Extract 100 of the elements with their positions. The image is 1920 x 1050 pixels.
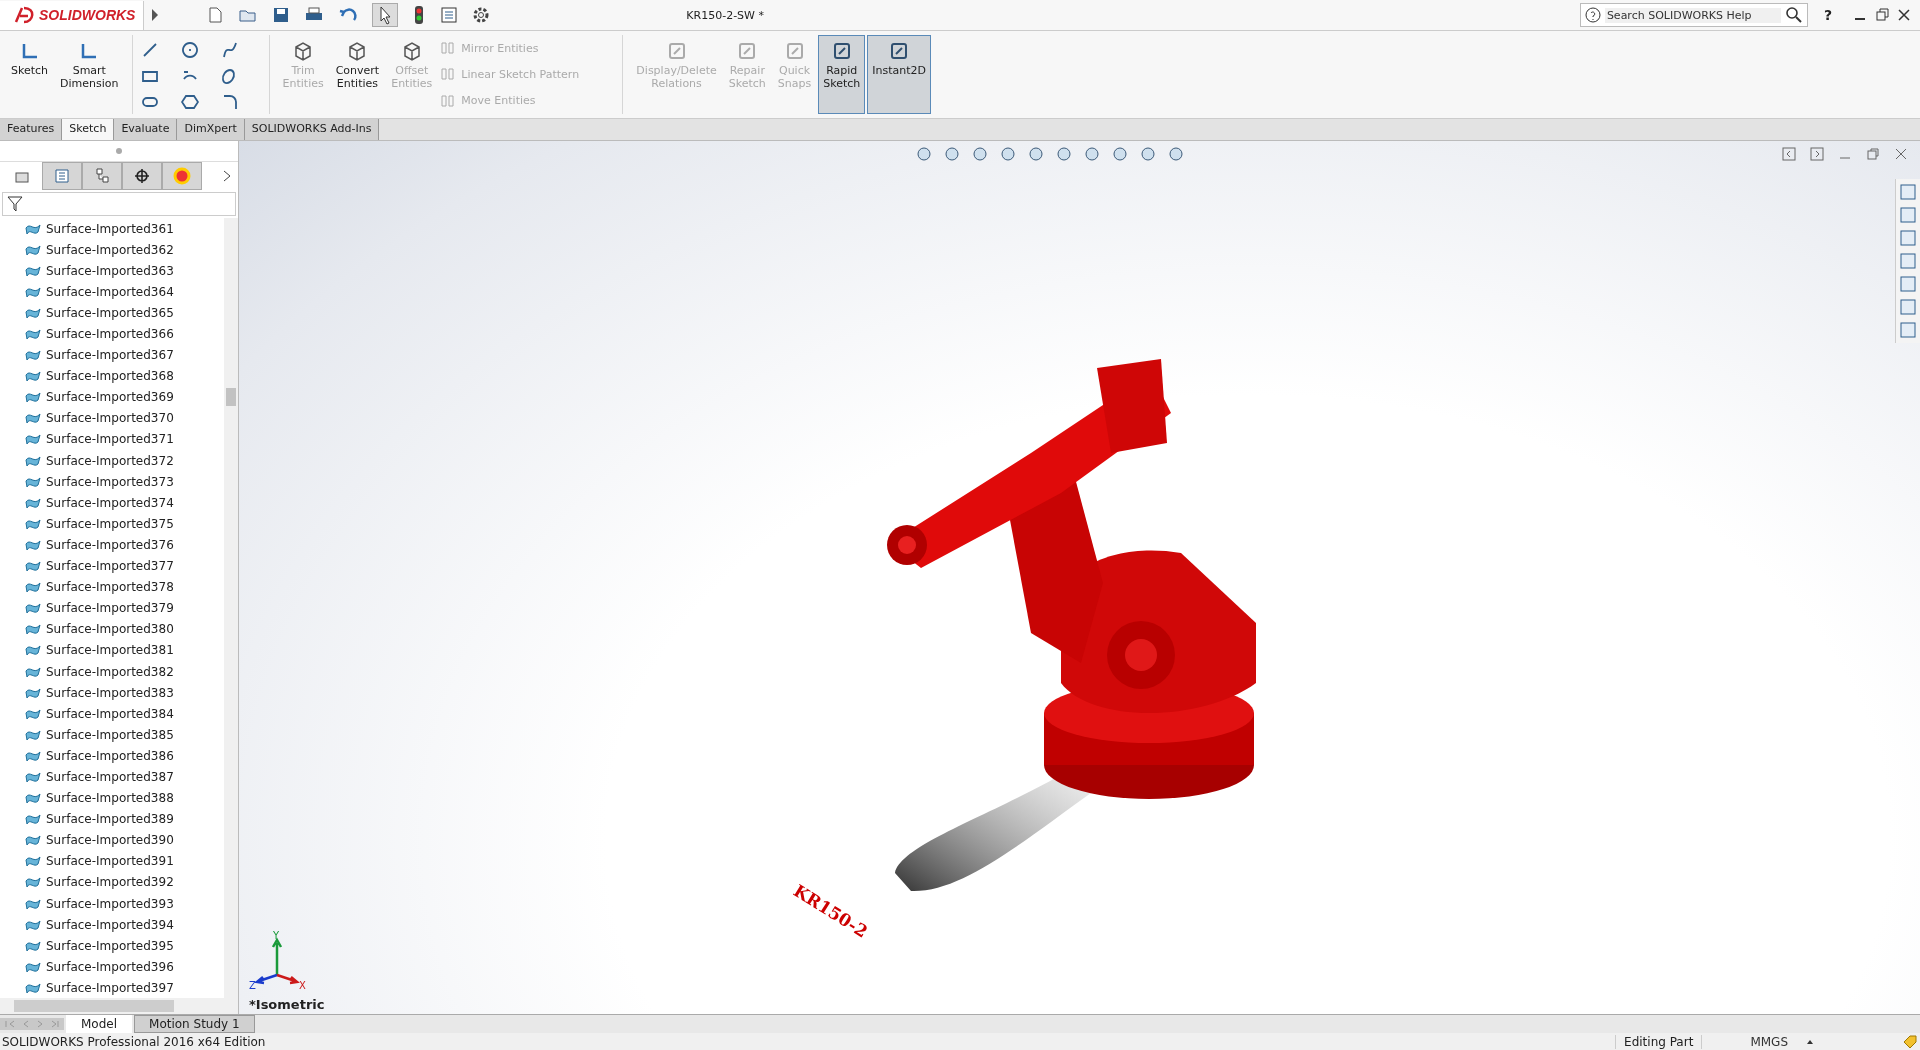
- status-text: SOLIDWORKS Professional 2016 x64 Edition: [2, 1034, 266, 1049]
- ribbon-button[interactable]: Sketch: [6, 35, 54, 114]
- tree-icon: [93, 167, 111, 185]
- search-field[interactable]: Search SOLIDWORKS Help: [1579, 3, 1808, 27]
- surface-icon: [24, 348, 42, 363]
- tree-item[interactable]: Surface-Imported385: [46, 727, 174, 742]
- tree-item[interactable]: Surface-Imported391: [46, 854, 174, 869]
- double-bar-icon: [439, 66, 456, 83]
- close-icon[interactable]: [1896, 7, 1912, 23]
- surface-icon: [24, 875, 42, 890]
- chevron-right-icon[interactable]: [222, 169, 232, 183]
- ribbon-button[interactable]: Smart Dimension: [55, 35, 124, 114]
- surface-icon: [24, 390, 42, 405]
- tree-item[interactable]: Surface-Imported389: [46, 812, 174, 827]
- horizontal-scrollbar[interactable]: [0, 998, 238, 1014]
- tree-item[interactable]: Surface-Imported372: [46, 453, 174, 468]
- caret-icon[interactable]: [1806, 1038, 1814, 1045]
- tree-item[interactable]: Surface-Imported384: [46, 706, 174, 721]
- double-bar-icon: [439, 92, 456, 109]
- tree-item[interactable]: Surface-Imported365: [46, 305, 174, 320]
- tree-item[interactable]: Surface-Imported382: [46, 664, 174, 679]
- tree-item[interactable]: Surface-Imported387: [46, 770, 174, 784]
- tree-item[interactable]: Surface-Imported394: [46, 917, 174, 932]
- surface-icon: [24, 580, 42, 595]
- settings-icon[interactable]: [472, 6, 491, 24]
- surface-icon: [24, 770, 42, 784]
- surface-icon: [24, 833, 42, 848]
- tree-item[interactable]: Surface-Imported368: [46, 369, 174, 384]
- restore-icon[interactable]: [1874, 7, 1890, 23]
- restore-icon[interactable]: [1866, 147, 1880, 161]
- tree-item[interactable]: Surface-Imported386: [46, 748, 174, 763]
- tree-item[interactable]: Surface-Imported379: [46, 601, 174, 616]
- vertical-scrollbar[interactable]: [224, 218, 238, 998]
- tree-item[interactable]: Surface-Imported395: [46, 938, 174, 953]
- ribbon-tab[interactable]: SOLIDWORKS Add-Ins: [244, 119, 380, 140]
- ribbon-tab[interactable]: Evaluate: [114, 119, 178, 140]
- previous-icon[interactable]: [1782, 147, 1796, 161]
- polygon-icon[interactable]: [180, 93, 199, 111]
- surface-icon: [24, 854, 42, 869]
- property-list-icon: [53, 167, 71, 185]
- solidworks-logo[interactable]: SOLIDWORKS: [0, 0, 145, 30]
- tree-item[interactable]: Surface-Imported396: [46, 959, 174, 974]
- expand-arrow-icon[interactable]: [150, 8, 161, 22]
- splitter-handle-icon[interactable]: [115, 147, 123, 155]
- surface-icon: [24, 432, 42, 447]
- tree-item[interactable]: Surface-Imported364: [46, 284, 174, 299]
- axis-label: Y: [273, 931, 280, 941]
- surface-icon: [24, 327, 42, 341]
- tree-item[interactable]: Surface-Imported392: [46, 875, 174, 890]
- tree-item[interactable]: Surface-Imported363: [46, 263, 174, 278]
- bottom-tab[interactable]: Model: [66, 1015, 133, 1033]
- spline-icon[interactable]: [220, 41, 239, 59]
- tree-item[interactable]: Surface-Imported370: [46, 411, 174, 426]
- view-name-label: *Isometric: [249, 997, 325, 1012]
- surface-icon: [24, 791, 42, 806]
- tree-item[interactable]: Surface-Imported375: [46, 516, 174, 531]
- tree-item[interactable]: Surface-Imported393: [46, 896, 174, 911]
- tree-item[interactable]: Surface-Imported369: [46, 390, 174, 405]
- tree-item[interactable]: Surface-Imported377: [46, 559, 174, 574]
- ribbon-tab[interactable]: DimXpert: [177, 119, 245, 140]
- tree-item[interactable]: Surface-Imported361: [46, 221, 174, 236]
- help-menu[interactable]: ?: [1823, 7, 1832, 23]
- window-title: KR150-2-SW *: [685, 8, 765, 22]
- tag-icon[interactable]: [1902, 1033, 1918, 1050]
- tree-item[interactable]: Surface-Imported362: [46, 242, 174, 257]
- tree-item[interactable]: Surface-Imported397: [46, 980, 174, 995]
- tree-item[interactable]: Surface-Imported374: [46, 495, 174, 510]
- surface-icon: [24, 369, 42, 384]
- tree-item[interactable]: Surface-Imported378: [46, 580, 174, 595]
- panel-tab[interactable]: [122, 162, 162, 190]
- tree-item[interactable]: Surface-Imported383: [46, 685, 174, 700]
- tree-item[interactable]: Surface-Imported373: [46, 474, 174, 489]
- ribbon-button[interactable]: Rapid Sketch: [818, 35, 866, 114]
- tree-item[interactable]: Surface-Imported380: [46, 622, 174, 637]
- search-icon[interactable]: [1784, 6, 1803, 24]
- tree-item[interactable]: Surface-Imported390: [46, 833, 174, 848]
- new-document-icon[interactable]: [206, 6, 225, 24]
- crosshair-icon: [133, 167, 151, 185]
- tree-item[interactable]: Surface-Imported388: [46, 791, 174, 806]
- surface-icon: [24, 411, 42, 426]
- tree-item[interactable]: Surface-Imported366: [46, 327, 174, 341]
- save-icon[interactable]: [272, 6, 291, 24]
- next-icon[interactable]: [1810, 147, 1824, 161]
- tree-item[interactable]: Surface-Imported367: [46, 348, 174, 363]
- tree-item[interactable]: Surface-Imported381: [46, 643, 174, 658]
- axis-label: X: [299, 980, 306, 991]
- double-bar-icon: [439, 40, 456, 57]
- ribbon-button[interactable]: Instant2D: [867, 35, 932, 114]
- surface-icon: [24, 622, 42, 637]
- ribbon-tab[interactable]: Sketch: [62, 119, 115, 140]
- ribbon-tab[interactable]: Features: [0, 119, 63, 140]
- select-cursor-icon[interactable]: [372, 3, 399, 27]
- tree-item[interactable]: Surface-Imported371: [46, 432, 174, 447]
- ribbon-button[interactable]: Convert Entities: [330, 35, 385, 114]
- bottom-tab[interactable]: Motion Study 1: [134, 1015, 255, 1033]
- axis-label: Z: [249, 980, 256, 991]
- filter-icon[interactable]: [7, 195, 23, 213]
- tree-item[interactable]: Surface-Imported376: [46, 537, 174, 552]
- file-properties-icon[interactable]: [440, 6, 459, 24]
- units-selector[interactable]: MMGS: [1750, 1034, 1788, 1049]
